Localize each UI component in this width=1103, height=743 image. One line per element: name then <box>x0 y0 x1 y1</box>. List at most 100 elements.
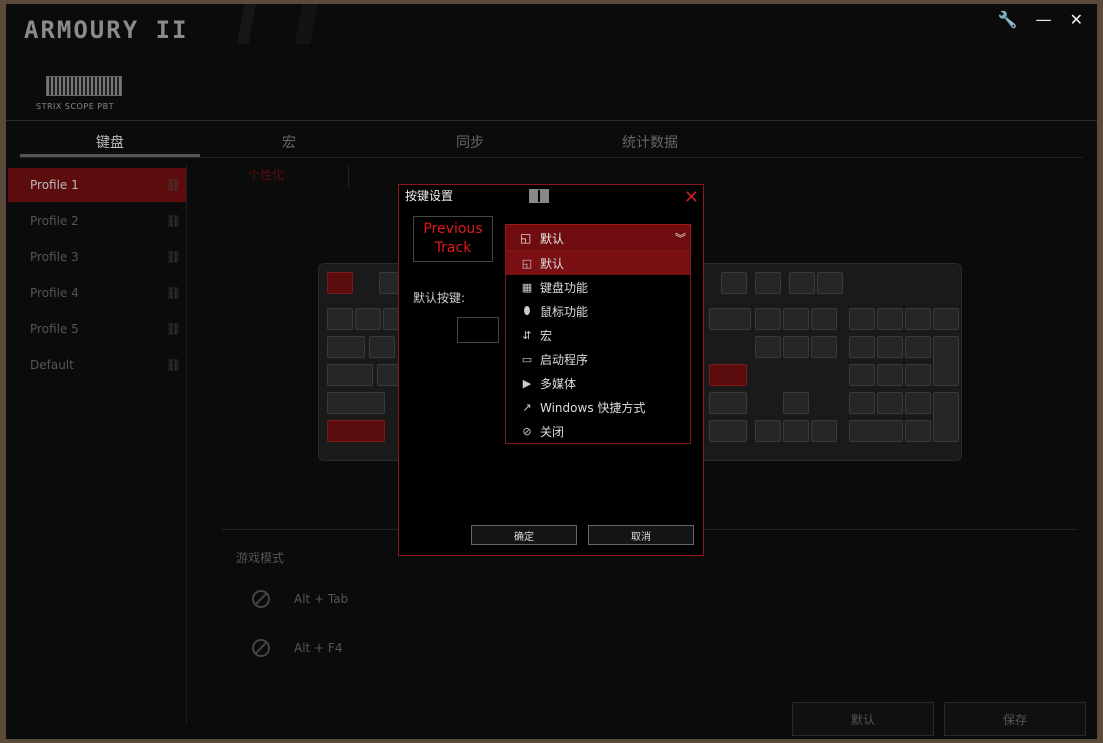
menu-item-label: 关闭 <box>540 424 565 439</box>
cancel-button[interactable]: 取消 <box>588 525 694 545</box>
profile-label: Profile 1 <box>30 178 79 192</box>
keyboard-key[interactable] <box>933 392 959 442</box>
keyboard-key[interactable] <box>709 308 751 330</box>
sidebar-item-profile-5[interactable]: Profile 5 ⛓ <box>8 312 186 346</box>
keyboard-key[interactable] <box>709 420 747 442</box>
keyboard-key[interactable] <box>783 308 809 330</box>
keyboard-key[interactable] <box>327 364 373 386</box>
keyboard-key[interactable] <box>811 420 837 442</box>
keyboard-key[interactable] <box>789 272 815 294</box>
keyboard-key[interactable] <box>877 308 903 330</box>
divider <box>348 166 349 188</box>
device-selector[interactable]: STRIX SCOPE PBT <box>36 76 126 111</box>
menu-item-launch-program[interactable]: ▭ 启动程序 <box>506 347 690 371</box>
menu-item-default[interactable]: ◱ 默认 <box>506 251 690 275</box>
sidebar-item-profile-1[interactable]: Profile 1 ⛓ <box>8 168 186 202</box>
link-icon[interactable]: ⛓ <box>166 250 181 264</box>
menu-item-macro[interactable]: ⇵ 宏 <box>506 323 690 347</box>
keyboard-key[interactable] <box>783 420 809 442</box>
chevron-down-icon: ︾ <box>675 232 686 245</box>
shortcut-icon: ↗ <box>522 400 532 414</box>
keyboard-key[interactable] <box>327 272 353 294</box>
profile-label: Default <box>30 358 74 372</box>
keyboard-key[interactable] <box>905 336 931 358</box>
link-icon[interactable]: ⛓ <box>166 214 181 228</box>
keyboard-key[interactable] <box>877 364 903 386</box>
keyboard-key[interactable] <box>933 308 959 330</box>
keyboard-key[interactable] <box>849 308 875 330</box>
game-mode-item-alt-tab[interactable]: Alt + Tab <box>252 590 348 608</box>
keyboard-key[interactable] <box>355 308 381 330</box>
tab-statistics[interactable]: 统计数据 <box>622 132 678 152</box>
default-button[interactable]: 默认 <box>792 702 934 736</box>
keyboard-key[interactable] <box>849 364 875 386</box>
tab-personalize[interactable]: 个性化 <box>248 166 284 183</box>
keyboard-icon: ▦ <box>521 280 533 294</box>
menu-item-disable[interactable]: ⊘ 关闭 <box>506 419 690 443</box>
function-dropdown[interactable]: ◱ 默认 ︾ <box>505 224 691 252</box>
menu-item-windows-shortcut[interactable]: ↗ Windows 快捷方式 <box>506 395 690 419</box>
keyboard-key[interactable] <box>755 308 781 330</box>
keyboard-key[interactable] <box>905 392 931 414</box>
keyboard-key[interactable] <box>849 392 875 414</box>
app-logo: ARMOURY II <box>24 16 189 44</box>
keyboard-key[interactable] <box>905 308 931 330</box>
keyboard-key[interactable] <box>817 272 843 294</box>
keyboard-key[interactable] <box>783 336 809 358</box>
ok-button[interactable]: 确定 <box>471 525 577 545</box>
keyboard-key[interactable] <box>327 420 385 442</box>
link-icon[interactable]: ⛓ <box>166 322 181 336</box>
close-icon[interactable]: ✕ <box>684 187 699 208</box>
tab-keyboard[interactable]: 键盘 <box>96 132 124 152</box>
mouse-icon: ⬮ <box>523 304 531 317</box>
keyboard-key[interactable] <box>709 392 747 414</box>
keyboard-key[interactable] <box>933 336 959 386</box>
menu-item-multimedia[interactable]: ▶ 多媒体 <box>506 371 690 395</box>
sidebar-item-profile-3[interactable]: Profile 3 ⛓ <box>8 240 186 274</box>
menu-item-label: 宏 <box>540 328 553 343</box>
keyboard-key[interactable] <box>877 336 903 358</box>
dropdown-selected-value: 默认 <box>540 231 565 246</box>
keyboard-key[interactable] <box>721 272 747 294</box>
sidebar-item-profile-2[interactable]: Profile 2 ⛓ <box>8 204 186 238</box>
keyboard-thumbnail-icon <box>46 76 122 96</box>
menu-item-mouse-function[interactable]: ⬮ 鼠标功能 <box>506 299 690 323</box>
tab-sync[interactable]: 同步 <box>456 132 484 152</box>
disable-icon[interactable] <box>252 590 270 608</box>
keyboard-key[interactable] <box>327 336 365 358</box>
sidebar-item-profile-4[interactable]: Profile 4 ⛓ <box>8 276 186 310</box>
link-icon[interactable]: ⛓ <box>166 286 181 300</box>
keyboard-key[interactable] <box>755 420 781 442</box>
settings-icon[interactable]: 🔧 <box>998 10 1018 29</box>
keyboard-key[interactable] <box>811 336 837 358</box>
keyboard-key[interactable] <box>811 308 837 330</box>
game-mode-item-alt-f4[interactable]: Alt + F4 <box>252 639 342 657</box>
keyboard-key[interactable] <box>849 336 875 358</box>
keyboard-key[interactable] <box>783 392 809 414</box>
close-icon[interactable]: ✕ <box>1070 10 1083 29</box>
link-icon[interactable]: ⛓ <box>166 178 181 192</box>
keyboard-key[interactable] <box>327 308 353 330</box>
play-icon: ▶ <box>522 376 532 390</box>
minimize-icon[interactable]: — <box>1036 10 1052 29</box>
sidebar-item-default[interactable]: Default ⛓ <box>8 348 186 382</box>
menu-item-label: 多媒体 <box>540 376 577 391</box>
menu-item-keyboard-function[interactable]: ▦ 键盘功能 <box>506 275 690 299</box>
keyboard-key[interactable] <box>327 392 385 414</box>
keyboard-key[interactable] <box>877 392 903 414</box>
keyboard-key[interactable] <box>755 336 781 358</box>
keyboard-key[interactable] <box>849 420 903 442</box>
keyboard-key[interactable] <box>709 364 747 386</box>
disable-icon[interactable] <box>252 639 270 657</box>
keyboard-key[interactable] <box>755 272 781 294</box>
keyboard-key[interactable] <box>905 420 931 442</box>
menu-item-label: Windows 快捷方式 <box>540 400 646 415</box>
keyboard-key[interactable] <box>369 336 395 358</box>
program-icon: ▭ <box>521 352 533 366</box>
save-button[interactable]: 保存 <box>944 702 1086 736</box>
link-icon[interactable]: ⛓ <box>166 358 181 372</box>
keyboard-key[interactable] <box>905 364 931 386</box>
menu-item-label: 鼠标功能 <box>540 304 589 319</box>
tab-macro[interactable]: 宏 <box>282 132 296 152</box>
default-key-field <box>457 317 499 343</box>
